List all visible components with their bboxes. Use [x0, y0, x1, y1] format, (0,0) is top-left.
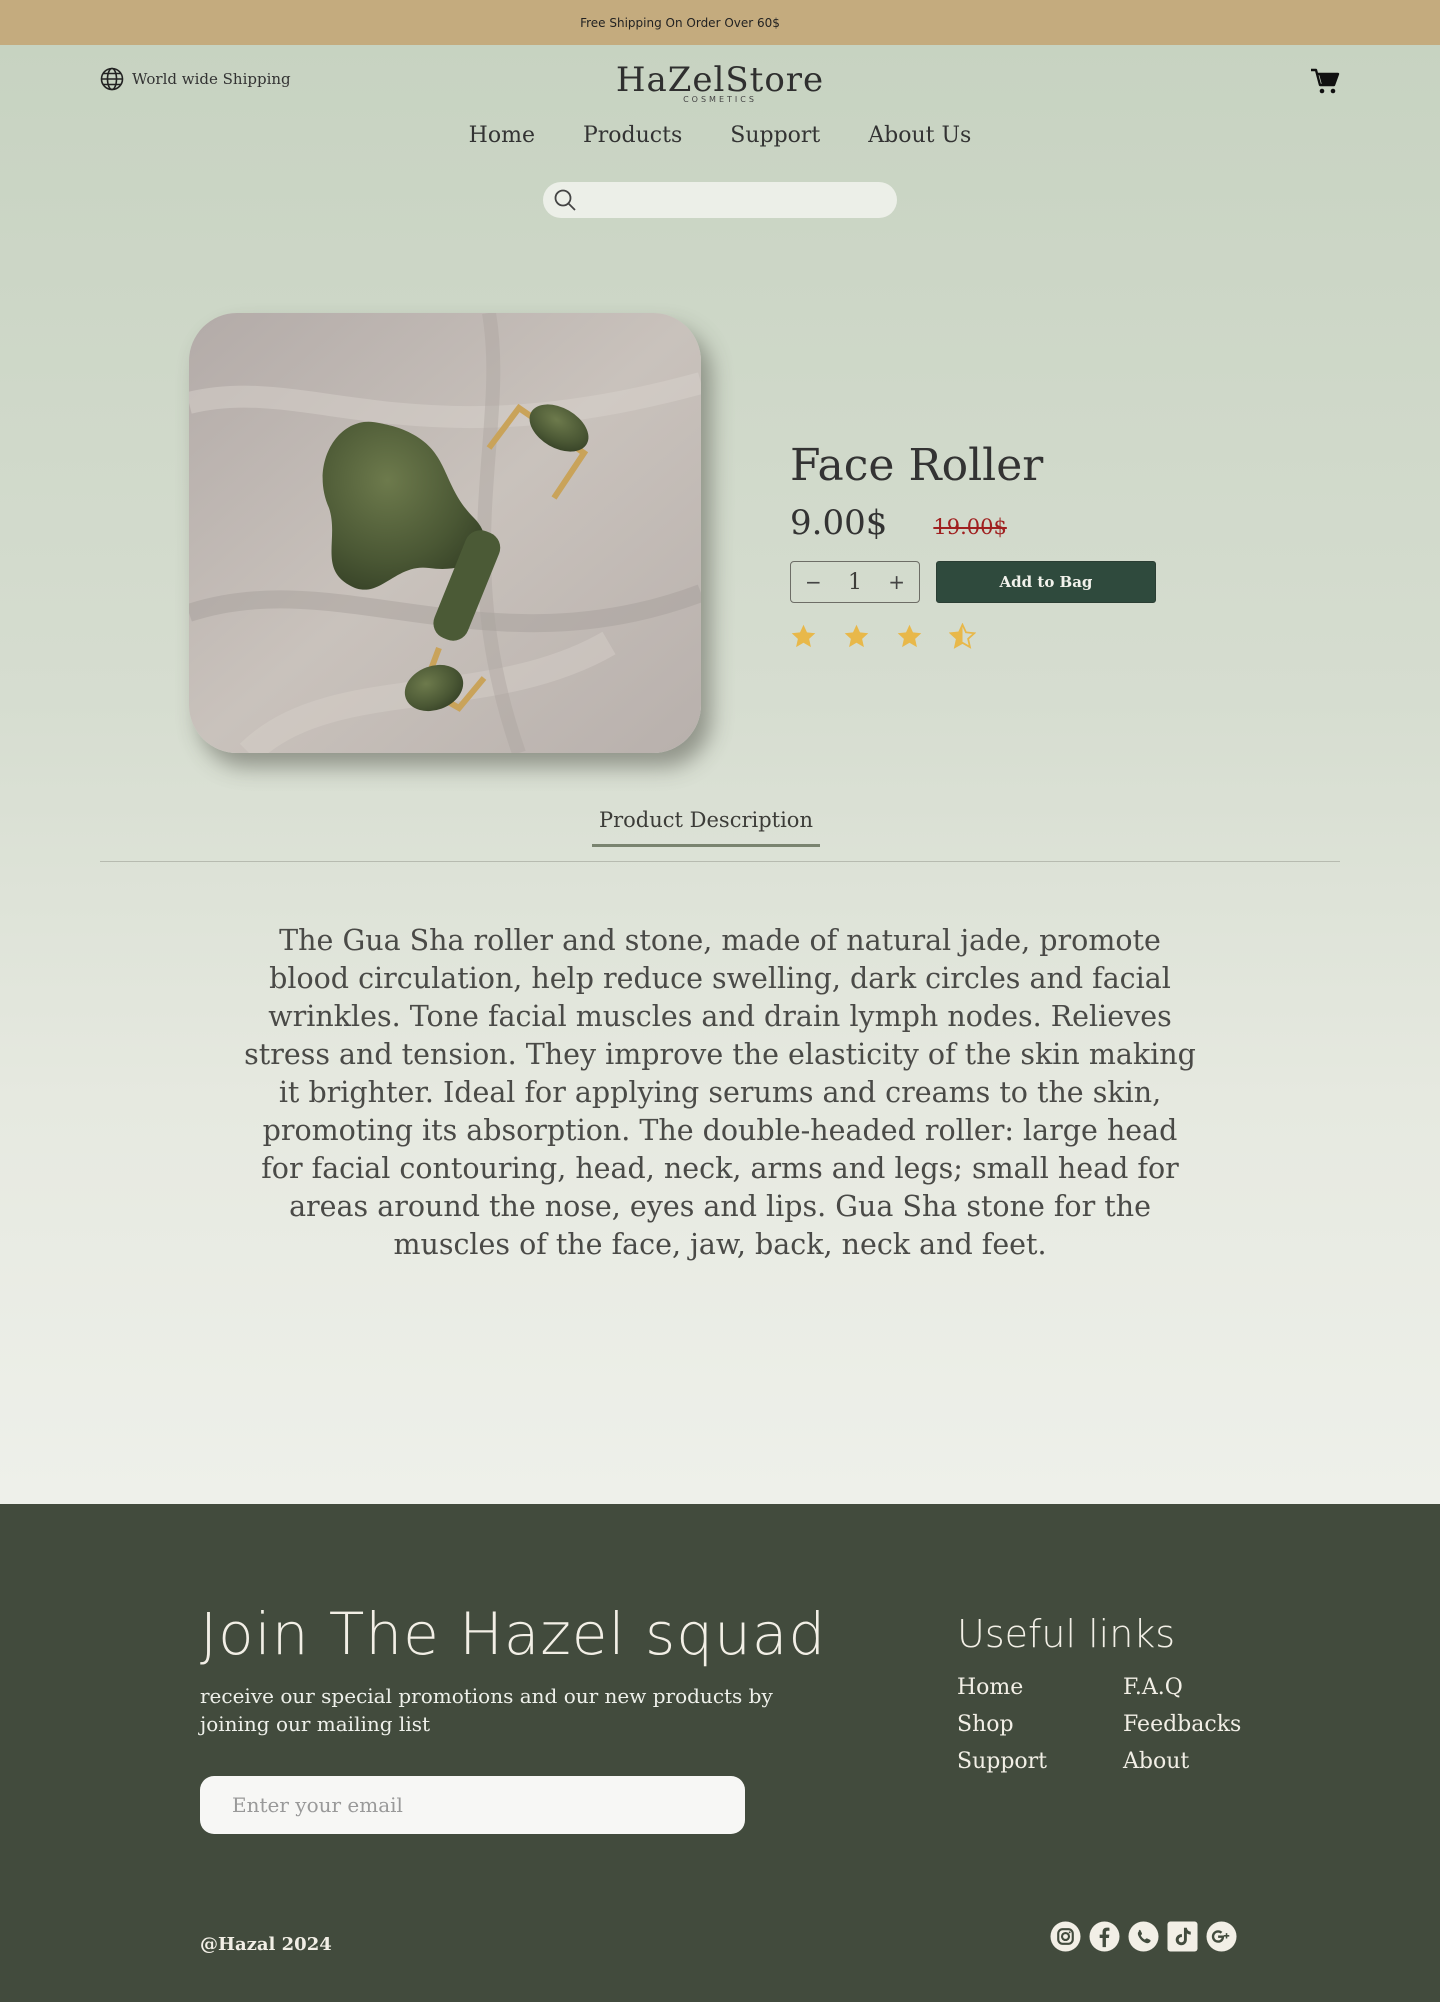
- search-bar: [543, 182, 897, 218]
- product-info: Face Roller 9.00$ 19.00$ − 1 + Add to Ba…: [790, 440, 1156, 650]
- tab-product-description[interactable]: Product Description: [592, 808, 820, 847]
- announcement-bar: Free Shipping On Order Over 60$: [0, 0, 1440, 45]
- nav-home[interactable]: Home: [469, 123, 535, 148]
- product-title: Face Roller: [790, 440, 1044, 491]
- main-nav: Home Products Support About Us: [0, 123, 1440, 148]
- product-section: Face Roller 9.00$ 19.00$ − 1 + Add to Ba…: [0, 218, 1440, 778]
- nav-about-us[interactable]: About Us: [868, 123, 971, 148]
- footer-link-faq[interactable]: F.A.Q: [1123, 1674, 1283, 1701]
- decrease-button[interactable]: −: [805, 570, 822, 594]
- star-full-icon: [844, 624, 869, 648]
- quantity-stepper: − 1 +: [790, 561, 920, 603]
- tabs-bar: Product Description: [100, 778, 1340, 862]
- announcement-text: Free Shipping On Order Over 60$: [580, 15, 780, 30]
- footer: Join The Hazel squad receive our special…: [0, 1504, 1440, 2002]
- copyright: @Hazal 2024: [200, 1934, 332, 1955]
- search-icon[interactable]: [553, 188, 577, 212]
- social-links: [1050, 1921, 1237, 1952]
- facebook-icon[interactable]: [1089, 1921, 1120, 1952]
- add-to-bag-button[interactable]: Add to Bag: [936, 561, 1156, 603]
- footer-link-feedbacks[interactable]: Feedbacks: [1123, 1711, 1283, 1738]
- increase-button[interactable]: +: [888, 570, 905, 594]
- quantity-value[interactable]: 1: [848, 570, 862, 595]
- google-plus-icon[interactable]: [1206, 1921, 1237, 1952]
- whatsapp-icon[interactable]: [1128, 1921, 1159, 1952]
- purchase-row: − 1 + Add to Bag: [790, 561, 1156, 603]
- footer-link-home[interactable]: Home: [957, 1674, 1123, 1701]
- nav-products[interactable]: Products: [583, 123, 682, 148]
- instagram-icon[interactable]: [1050, 1921, 1081, 1952]
- footer-link-shop[interactable]: Shop: [957, 1711, 1123, 1738]
- price-row: 9.00$ 19.00$: [790, 503, 1156, 543]
- search-input[interactable]: [585, 182, 897, 218]
- email-input[interactable]: [200, 1776, 745, 1834]
- logo-name: HaZelStore: [615, 60, 825, 100]
- nav-support[interactable]: Support: [730, 123, 820, 148]
- product-image: [189, 313, 701, 753]
- star-full-icon: [791, 624, 816, 648]
- useful-links-title: Useful links: [957, 1612, 1176, 1656]
- useful-links: Home F.A.Q Shop Feedbacks Support About: [957, 1674, 1283, 1775]
- product-description: The Gua Sha roller and stone, made of na…: [244, 924, 1196, 1261]
- newsletter-title: Join The Hazel squad: [200, 1600, 827, 1668]
- rating-stars: [790, 623, 1156, 650]
- header: World wide Shipping HaZelStore COSMETICS: [0, 45, 1440, 115]
- old-price: 19.00$: [933, 515, 1007, 539]
- logo[interactable]: HaZelStore COSMETICS: [0, 63, 1440, 104]
- logo-subtitle: COSMETICS: [683, 95, 757, 104]
- star-half-icon: [949, 623, 976, 649]
- star-full-icon: [897, 624, 922, 648]
- newsletter-subtitle: receive our special promotions and our n…: [200, 1684, 773, 1736]
- footer-link-support[interactable]: Support: [957, 1748, 1123, 1775]
- tiktok-icon[interactable]: [1167, 1921, 1198, 1952]
- current-price: 9.00$: [790, 503, 888, 543]
- footer-link-about[interactable]: About: [1123, 1748, 1283, 1775]
- cart-button[interactable]: [1310, 67, 1340, 99]
- cart-icon: [1311, 68, 1340, 94]
